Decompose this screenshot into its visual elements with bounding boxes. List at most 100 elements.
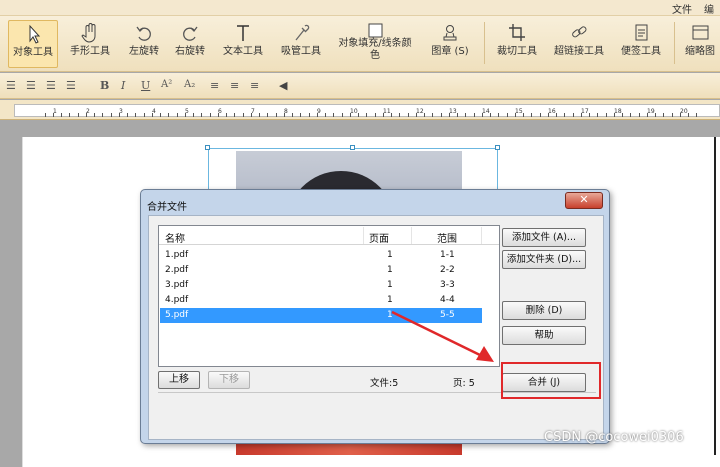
ruler-tick xyxy=(168,113,169,117)
ruler-tick xyxy=(292,113,293,117)
table-row[interactable]: 3.pdf 1 3-3 xyxy=(160,278,482,293)
ruler-tick xyxy=(86,113,87,117)
superscript-button[interactable]: A² xyxy=(161,79,172,90)
tool-rotate-right-label: 右旋转 xyxy=(175,46,205,57)
ruler-tick xyxy=(284,113,285,117)
row-range: 3-3 xyxy=(440,280,455,290)
row-range: 5-5 xyxy=(440,310,455,320)
table-row[interactable]: 4.pdf 1 4-4 xyxy=(160,293,482,308)
row-pages: 1 xyxy=(387,310,393,320)
move-down-button[interactable]: 下移 xyxy=(208,371,250,389)
ruler-tick xyxy=(201,113,202,117)
column-header-pages[interactable]: 页面 xyxy=(369,230,389,245)
row-name: 1.pdf xyxy=(165,250,189,260)
file-list[interactable]: 名称 页面 范围 1.pdf 1 1-1 2.pdf 1 2-2 3.pdf 1… xyxy=(158,225,500,367)
ruler-tick xyxy=(160,113,161,117)
undo-arrow-icon[interactable]: ◀ xyxy=(279,79,287,92)
ruler-tick xyxy=(399,113,400,117)
tool-hyperlink[interactable]: 超链接工具 xyxy=(550,20,608,68)
delete-button[interactable]: 删除 (D) xyxy=(502,301,586,320)
tool-text[interactable]: 文本工具 xyxy=(218,20,268,68)
resize-handle[interactable] xyxy=(495,145,500,150)
watermark: CSDN @cocowei0306 xyxy=(544,430,684,445)
tool-note[interactable]: 便签工具 xyxy=(616,20,666,68)
ruler-tick xyxy=(622,113,623,117)
table-row[interactable]: 2.pdf 1 2-2 xyxy=(160,263,482,278)
tool-crop[interactable]: 裁切工具 xyxy=(492,20,542,68)
spacing-icon[interactable]: ≡ xyxy=(210,79,219,92)
row-pages: 1 xyxy=(387,280,393,290)
ruler-tick xyxy=(317,113,318,117)
ruler-tick xyxy=(482,113,483,117)
column-header-name[interactable]: 名称 xyxy=(165,230,185,245)
tool-thumbnail[interactable]: 缩略图 xyxy=(680,20,720,68)
cursor-arrow-icon xyxy=(9,23,57,47)
column-divider xyxy=(481,227,482,244)
tool-thumbnail-label: 缩略图 xyxy=(685,46,715,57)
spacing-icon[interactable]: ≡ xyxy=(230,79,239,92)
row-name: 3.pdf xyxy=(165,280,189,290)
add-folder-button[interactable]: 添加文件夹 (D)... xyxy=(502,250,586,269)
align-justify-icon[interactable]: ☰ xyxy=(66,79,76,92)
row-range: 2-2 xyxy=(440,265,455,275)
tool-rotate-left[interactable]: 左旋转 xyxy=(124,20,164,68)
align-center-icon[interactable]: ☰ xyxy=(26,79,36,92)
tool-rotate-right[interactable]: 右旋转 xyxy=(170,20,210,68)
dialog-body: 名称 页面 范围 1.pdf 1 1-1 2.pdf 1 2-2 3.pdf 1… xyxy=(148,215,604,440)
table-row-selected[interactable]: 5.pdf 1 5-5 xyxy=(160,308,482,323)
underline-button[interactable]: U xyxy=(141,79,150,92)
bold-button[interactable]: B xyxy=(100,79,109,92)
menu-file[interactable]: 文件 xyxy=(672,1,692,16)
tool-object-label: 对象工具 xyxy=(13,47,53,58)
rotate-right-icon xyxy=(170,22,210,46)
text-tool-icon xyxy=(218,22,268,46)
ruler-tick xyxy=(267,113,268,117)
format-toolbar: ☰ ☰ ☰ ☰ B I U A² A₂ ≡ ≡ ≡ ◀ xyxy=(0,73,720,99)
hand-icon xyxy=(64,22,116,46)
page-count: 页: 5 xyxy=(453,378,475,389)
align-left-icon[interactable]: ☰ xyxy=(6,79,16,92)
fill-square-icon xyxy=(332,22,418,38)
tool-fill-color[interactable]: 对象填充/线条颜色 xyxy=(332,20,418,68)
tool-hand[interactable]: 手形工具 xyxy=(64,20,116,68)
tool-crop-label: 裁切工具 xyxy=(497,46,537,57)
tool-hand-label: 手形工具 xyxy=(70,46,110,57)
add-file-button[interactable]: 添加文件 (A)... xyxy=(502,228,586,247)
ruler-tick xyxy=(432,113,433,117)
italic-button[interactable]: I xyxy=(121,79,125,92)
ruler-tick xyxy=(358,113,359,117)
ruler-tick xyxy=(523,113,524,117)
ruler-tick xyxy=(606,113,607,117)
ruler-tick xyxy=(309,113,310,117)
ruler-tick xyxy=(152,113,153,117)
resize-handle[interactable] xyxy=(350,145,355,150)
ruler-tick xyxy=(647,113,648,117)
ruler-tick xyxy=(573,113,574,117)
table-row[interactable]: 1.pdf 1 1-1 xyxy=(160,248,482,263)
ruler-strip: 1 2 3 4 5 6 7 8 9 10 11 12 13 14 15 16 17 18 19 20 xyxy=(14,104,720,117)
align-right-icon[interactable]: ☰ xyxy=(46,79,56,92)
main-toolbar: 对象工具 手形工具 左旋转 右旋转 文本工具 吸管工具 对象填充/线条颜色 图章… xyxy=(0,16,720,72)
spacing-icon[interactable]: ≡ xyxy=(250,79,259,92)
ruler-mark: 13 xyxy=(449,108,457,115)
ruler-mark: 14 xyxy=(482,108,490,115)
ruler-mark: 15 xyxy=(515,108,523,115)
tool-object[interactable]: 对象工具 xyxy=(8,20,58,68)
ruler-tick xyxy=(490,113,491,117)
row-name: 5.pdf xyxy=(165,310,189,320)
tool-eyedropper[interactable]: 吸管工具 xyxy=(276,20,326,68)
move-up-button[interactable]: 上移 xyxy=(158,371,200,389)
close-button[interactable]: ✕ xyxy=(565,192,603,209)
ruler-mark: 10 xyxy=(350,108,358,115)
help-button[interactable]: 帮助 xyxy=(502,326,586,345)
ruler-tick xyxy=(127,113,128,117)
ruler-tick xyxy=(135,113,136,117)
tool-stamp[interactable]: 图章 (S) xyxy=(424,20,476,68)
column-header-range[interactable]: 范围 xyxy=(437,230,457,245)
tool-eyedropper-label: 吸管工具 xyxy=(281,46,321,57)
ruler-mark: 17 xyxy=(581,108,589,115)
subscript-button[interactable]: A₂ xyxy=(184,79,195,90)
resize-handle[interactable] xyxy=(205,145,210,150)
ruler-tick xyxy=(375,113,376,117)
ruler-mark: 16 xyxy=(548,108,556,115)
